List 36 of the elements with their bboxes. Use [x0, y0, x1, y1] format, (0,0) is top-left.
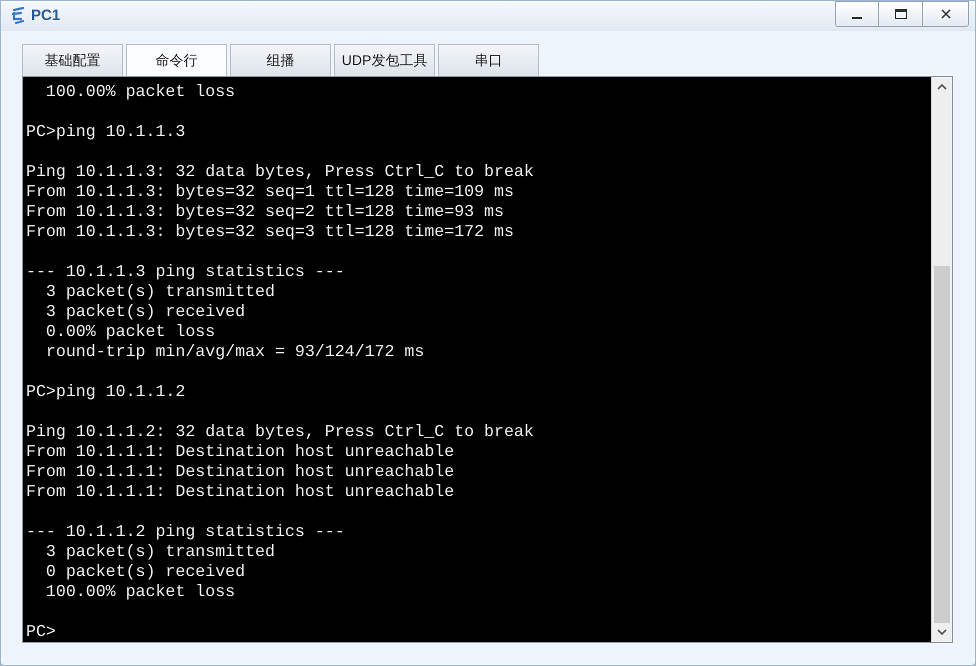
minimize-icon: [852, 17, 862, 19]
scroll-up-icon: [937, 83, 947, 90]
close-button[interactable]: [923, 1, 969, 27]
terminal-line: 0.00% packet loss: [44, 322, 216, 342]
scroll-down-icon: [937, 629, 947, 636]
maximize-icon: [894, 9, 906, 19]
terminal-line: 3 packet(s) transmitted: [44, 542, 275, 562]
terminal-line: PC>ping 10.1.1.2: [26, 382, 186, 402]
tab[interactable]: 命令行: [126, 44, 227, 76]
terminal-line: From 10.1.1.1: Destination host unreachable: [26, 462, 454, 482]
tab[interactable]: 串口: [438, 44, 539, 76]
terminal-line: Ping 10.1.1.3: 32 data bytes, Press Ctrl_C to break: [26, 162, 534, 182]
tab[interactable]: 基础配置: [22, 44, 123, 76]
window-title: PC1: [31, 6, 60, 26]
maximize-button[interactable]: [879, 1, 923, 27]
terminal-line: From 10.1.1.1: Destination host unreachable: [26, 482, 454, 502]
scroll-thumb[interactable]: [934, 266, 950, 623]
terminal-line: round-trip min/avg/max = 93/124/172 ms: [44, 342, 424, 362]
terminal-line: 100.00% packet loss: [44, 82, 236, 102]
terminal-line: PC>: [26, 622, 56, 642]
scrollbar[interactable]: [931, 77, 952, 642]
terminal-line: From 10.1.1.3: bytes=32 seq=2 ttl=128 time=93 ms: [26, 202, 504, 222]
terminal-line: --- 10.1.1.2 ping statistics ---: [26, 522, 345, 542]
close-icon: [940, 9, 950, 19]
terminal-line: Ping 10.1.1.2: 32 data bytes, Press Ctrl_C to break: [26, 422, 534, 442]
terminal-line: PC>ping 10.1.1.3: [26, 122, 186, 142]
tab[interactable]: UDP发包工具: [334, 44, 435, 76]
terminal-line: 0 packet(s) received: [44, 562, 246, 582]
terminal-line: 100.00% packet loss: [44, 582, 236, 602]
terminal-line: --- 10.1.1.3 ping statistics ---: [26, 262, 345, 282]
terminal-line: From 10.1.1.3: bytes=32 seq=1 ttl=128 time=109 ms: [26, 182, 514, 202]
terminal-line: 3 packet(s) transmitted: [44, 282, 275, 302]
tab[interactable]: 组播: [230, 44, 331, 76]
terminal-line: 3 packet(s) received: [44, 302, 246, 322]
terminal-line: From 10.1.1.1: Destination host unreachable: [26, 442, 454, 462]
terminal-line: From 10.1.1.3: bytes=32 seq=3 ttl=128 time=172 ms: [26, 222, 514, 242]
